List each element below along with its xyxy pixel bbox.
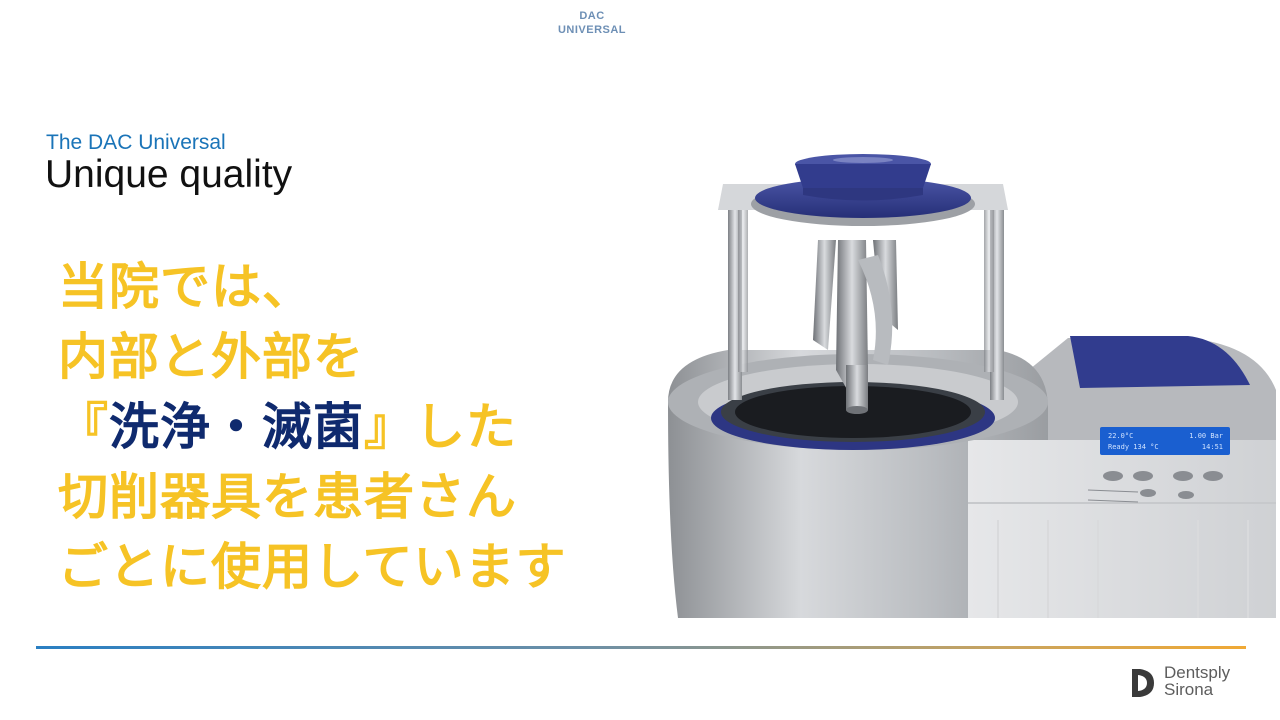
header-tag-line1: DAC <box>579 10 605 22</box>
slide-title: Unique quality <box>45 153 293 196</box>
body-line-2: 内部と外部を <box>58 328 364 386</box>
slide-subtitle: The DAC Universal <box>46 131 226 154</box>
body-bracket-close: 』した <box>364 398 517 456</box>
device-top-lid <box>718 154 1008 226</box>
body-line-1: 当院では、 <box>58 258 313 316</box>
dentsply-sirona-logo: Dentsply Sirona <box>1130 664 1250 704</box>
body-emphasis: 洗浄・滅菌 <box>109 398 364 456</box>
display-time: 14:51 <box>1202 443 1223 451</box>
slide-body-text: 当院では、 内部と外部を 『洗浄・滅菌』した 切削器具を患者さん ごとに使用して… <box>58 252 567 602</box>
body-line-4: 切削器具を患者さん <box>58 468 517 526</box>
logo-line-2: Sirona <box>1164 680 1214 699</box>
display-temp: 22.0°C <box>1108 432 1133 440</box>
body-line-5: ごとに使用しています <box>58 538 567 596</box>
body-line-3: 『洗浄・滅菌』した <box>58 392 567 462</box>
dac-universal-product-image: 22.0°C 1.00 Bar Ready 134 °C 14:51 <box>668 154 1276 618</box>
logo-wordmark: Dentsply Sirona <box>1164 664 1230 698</box>
display-status: Ready 134 °C <box>1108 443 1159 451</box>
header-tag-line2: UNIVERSAL <box>557 24 627 36</box>
device-display-panel: 22.0°C 1.00 Bar Ready 134 °C 14:51 <box>1100 427 1230 455</box>
footer-divider <box>36 646 1246 649</box>
dentsply-sirona-mark-icon <box>1132 669 1154 697</box>
header-tag: DAC UNIVERSAL <box>540 9 644 37</box>
display-pressure: 1.00 Bar <box>1189 432 1223 440</box>
logo-line-1: Dentsply <box>1164 663 1231 682</box>
body-bracket-open: 『 <box>58 398 109 456</box>
